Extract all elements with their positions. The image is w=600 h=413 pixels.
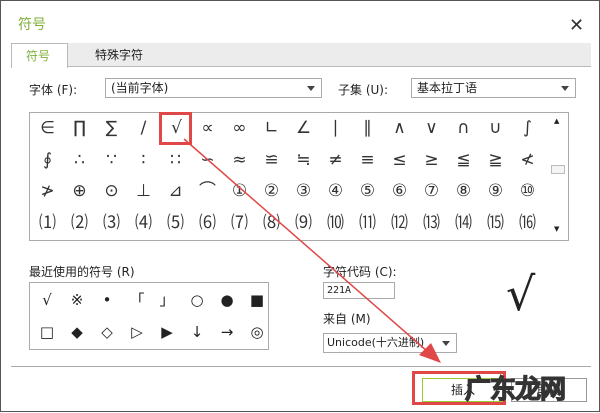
symbol-dialog: 符号 ✕ 符号 特殊字符 字体 (F): (当前字体) 子集 (U): 基本拉丁… xyxy=(0,0,600,412)
annotation-arrow xyxy=(183,138,441,363)
